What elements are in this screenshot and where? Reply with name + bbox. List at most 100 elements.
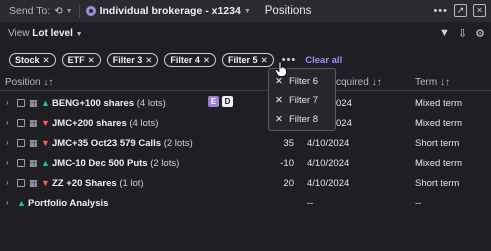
menu-item-filter-8[interactable]: ✕ Filter 8 xyxy=(275,114,318,125)
filter-chip[interactable]: Filter 4 ✕ xyxy=(164,53,217,67)
close-icon[interactable]: ✕ xyxy=(275,76,283,87)
acquired-date: 024 xyxy=(336,118,352,129)
table-row[interactable]: › ▦ ▲ JMC-10 Dec 500 Puts (2 lots) -10 4… xyxy=(0,153,491,173)
table-row[interactable]: › ▦ ▼ ZZ +20 Shares (1 lot) 20 4/10/2024… xyxy=(0,173,491,193)
grid-icon: ▦ xyxy=(29,118,38,128)
filter-chip[interactable]: Filter 5 ✕ xyxy=(222,53,274,67)
acquired-date: 4/10/2024 xyxy=(307,138,350,149)
quantity: -10 xyxy=(280,158,294,169)
row-checkbox[interactable] xyxy=(17,139,25,147)
sort-icon[interactable]: ↓↑ xyxy=(440,77,450,88)
sort-icon[interactable]: ↓↑ xyxy=(372,77,382,88)
term: Short term xyxy=(415,138,460,149)
menu-item-label: Filter 8 xyxy=(288,114,319,125)
position-name: JMC+35 Oct23 579 Calls (2 lots) xyxy=(52,138,193,149)
filter-chip[interactable]: ETF ✕ xyxy=(61,53,101,67)
chevron-down-icon[interactable]: ▼ xyxy=(66,8,73,15)
position-name: JMC-10 Dec 500 Puts (2 lots) xyxy=(52,158,179,169)
position-symbol: ZZ +20 Shares xyxy=(52,178,117,189)
row-checkbox[interactable] xyxy=(17,179,25,187)
link-icon[interactable]: ⟲ xyxy=(54,6,62,17)
expand-icon[interactable]: › xyxy=(6,138,9,147)
column-header-position[interactable]: Position ↓↑ xyxy=(5,77,53,89)
filter-chip[interactable]: Filter 3 ✕ xyxy=(106,53,159,67)
acquired-date: 4/10/2024 xyxy=(307,178,350,189)
sort-icon[interactable]: ↓↑ xyxy=(43,77,53,88)
toolbar: ▼ ⇩ ⚙ xyxy=(439,27,485,40)
close-icon[interactable]: ✕ xyxy=(145,55,152,66)
filter-icon[interactable]: ▼ xyxy=(439,27,450,40)
filter-chip[interactable]: Stock ✕ xyxy=(9,53,56,67)
account-chevron-icon[interactable]: ▼ xyxy=(244,8,251,15)
close-icon[interactable]: ✕ xyxy=(88,55,95,66)
acquired-date: -- xyxy=(307,198,314,209)
lot-count: (2 lots) xyxy=(163,138,193,149)
menu-item-filter-7[interactable]: ✕ Filter 7 xyxy=(275,95,318,106)
close-button[interactable]: × xyxy=(473,4,486,17)
position-symbol: Portfolio Analysis xyxy=(28,198,109,209)
chip-label: Stock xyxy=(15,55,40,65)
expand-icon[interactable]: › xyxy=(6,98,9,107)
lot-count: (4 lots) xyxy=(136,98,166,109)
expand-icon[interactable]: › xyxy=(6,158,9,167)
hand-cursor-icon xyxy=(274,61,287,77)
position-name: Portfolio Analysis xyxy=(28,198,108,209)
quantity: 20 xyxy=(283,178,294,189)
term: Mixed term xyxy=(415,118,462,129)
grid-icon: ▦ xyxy=(29,98,38,108)
position-symbol: BENG+100 shares xyxy=(52,98,135,109)
grid-icon: ▦ xyxy=(29,158,38,168)
close-icon[interactable]: ✕ xyxy=(43,55,50,66)
download-icon[interactable]: ⇩ xyxy=(458,27,467,40)
header-label: Position xyxy=(5,77,41,88)
term: Short term xyxy=(415,178,460,189)
chip-label: Filter 3 xyxy=(112,55,143,65)
header-divider xyxy=(0,90,491,91)
account-selector[interactable]: Individual brokerage - x1234 xyxy=(100,5,241,17)
down-triangle-icon: ▼ xyxy=(41,178,50,188)
lot-count: (4 lots) xyxy=(129,118,159,129)
view-value[interactable]: Lot level xyxy=(32,28,73,39)
clear-all-link[interactable]: Clear all xyxy=(305,55,342,66)
row-checkbox[interactable] xyxy=(17,159,25,167)
column-header-term[interactable]: Term ↓↑ xyxy=(415,77,450,89)
acquired-date: 024 xyxy=(336,98,352,109)
lot-count: (1 lot) xyxy=(119,178,144,189)
close-icon[interactable]: ✕ xyxy=(261,55,268,66)
menu-item-filter-6[interactable]: ✕ Filter 6 xyxy=(275,76,318,87)
close-icon[interactable]: ✕ xyxy=(275,114,283,125)
send-to-label: Send To: xyxy=(9,5,51,17)
position-name: ZZ +20 Shares (1 lot) xyxy=(52,178,144,189)
quantity: 35 xyxy=(283,138,294,149)
row-checkbox[interactable] xyxy=(17,119,25,127)
more-menu-icon[interactable]: ••• xyxy=(433,5,448,17)
grid-icon: ▦ xyxy=(29,178,38,188)
view-chevron-icon[interactable]: ▼ xyxy=(76,31,83,38)
down-triangle-icon: ▼ xyxy=(41,118,50,128)
acquired-date: 4/10/2024 xyxy=(307,158,350,169)
popout-button[interactable]: ↗ xyxy=(454,4,467,17)
table-row[interactable]: › ▦ ▲ BENG+100 shares (4 lots) E D 024 M… xyxy=(0,93,491,113)
position-name: JMC+200 shares (4 lots) xyxy=(52,118,158,129)
up-triangle-icon: ▲ xyxy=(41,98,50,108)
view-selector[interactable]: View Lot level ▼ xyxy=(8,28,83,39)
close-icon[interactable]: ✕ xyxy=(275,95,283,106)
view-label: View xyxy=(8,28,30,39)
expand-icon[interactable]: › xyxy=(6,178,9,187)
settings-icon[interactable]: ⚙ xyxy=(475,27,485,40)
window-controls: ••• ↗ × xyxy=(433,4,486,17)
row-checkbox[interactable] xyxy=(17,99,25,107)
divider xyxy=(78,4,80,18)
position-name: BENG+100 shares (4 lots) xyxy=(52,98,166,109)
menu-item-label: Filter 7 xyxy=(288,95,319,106)
table-row[interactable]: › ▦ ▼ JMC+200 shares (4 lots) 024 Mixed … xyxy=(0,113,491,133)
grid-icon: ▦ xyxy=(29,138,38,148)
column-header-acquired[interactable]: cquired ↓↑ xyxy=(336,77,382,89)
menu-item-label: Filter 6 xyxy=(288,76,319,87)
table-row[interactable]: › ▲ Portfolio Analysis -- -- xyxy=(0,193,491,213)
close-icon[interactable]: ✕ xyxy=(203,55,210,66)
expand-icon[interactable]: › xyxy=(6,198,9,207)
expand-icon[interactable]: › xyxy=(6,118,9,127)
table-row[interactable]: › ▦ ▼ JMC+35 Oct23 579 Calls (2 lots) 35… xyxy=(0,133,491,153)
term: -- xyxy=(415,198,422,209)
